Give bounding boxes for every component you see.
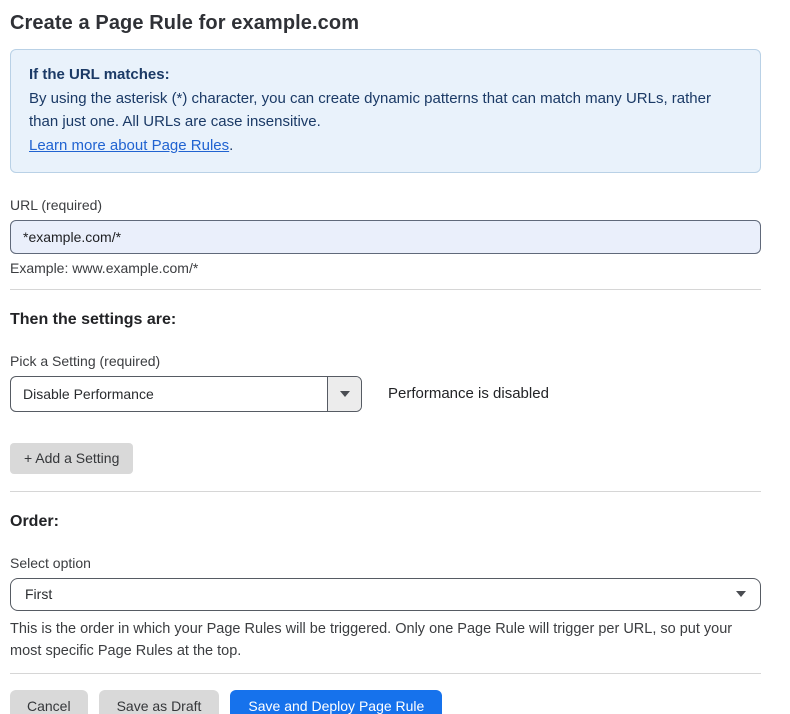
divider (10, 673, 761, 674)
order-select-label: Select option (10, 555, 761, 571)
create-page-rule-form: Create a Page Rule for example.com If th… (0, 0, 790, 714)
setting-select-arrow-button[interactable] (327, 377, 361, 411)
order-section-heading: Order: (10, 513, 761, 531)
page-title: Create a Page Rule for example.com (10, 12, 761, 35)
url-match-info-box: If the URL matches: By using the asteris… (10, 49, 761, 173)
footer-actions: Cancel Save as Draft Save and Deploy Pag… (10, 690, 761, 714)
cancel-button[interactable]: Cancel (10, 690, 88, 714)
setting-row: Disable Performance Performance is disab… (10, 376, 761, 412)
divider (10, 289, 761, 290)
url-input[interactable] (10, 220, 761, 254)
learn-more-link[interactable]: Learn more about Page Rules (29, 137, 229, 154)
order-select[interactable]: First (10, 578, 761, 611)
pick-setting-label: Pick a Setting (required) (10, 353, 761, 369)
setting-select-value: Disable Performance (11, 377, 327, 411)
settings-section-heading: Then the settings are: (10, 311, 761, 329)
info-box-heading: If the URL matches: (29, 63, 742, 87)
setting-select[interactable]: Disable Performance (10, 376, 362, 412)
info-box-link-line: Learn more about Page Rules. (29, 134, 742, 158)
add-setting-button[interactable]: + Add a Setting (10, 443, 133, 474)
chevron-down-icon (340, 391, 350, 397)
url-field-label: URL (required) (10, 197, 761, 213)
chevron-down-icon (736, 591, 746, 597)
save-as-draft-button[interactable]: Save as Draft (99, 690, 220, 714)
url-example-text: Example: www.example.com/* (10, 260, 761, 276)
link-suffix: . (229, 137, 233, 154)
order-select-value: First (25, 586, 52, 602)
divider (10, 491, 761, 492)
order-help-text: This is the order in which your Page Rul… (10, 618, 758, 663)
setting-status-text: Performance is disabled (388, 385, 549, 402)
save-and-deploy-button[interactable]: Save and Deploy Page Rule (230, 690, 442, 714)
info-box-body: By using the asterisk (*) character, you… (29, 87, 742, 134)
